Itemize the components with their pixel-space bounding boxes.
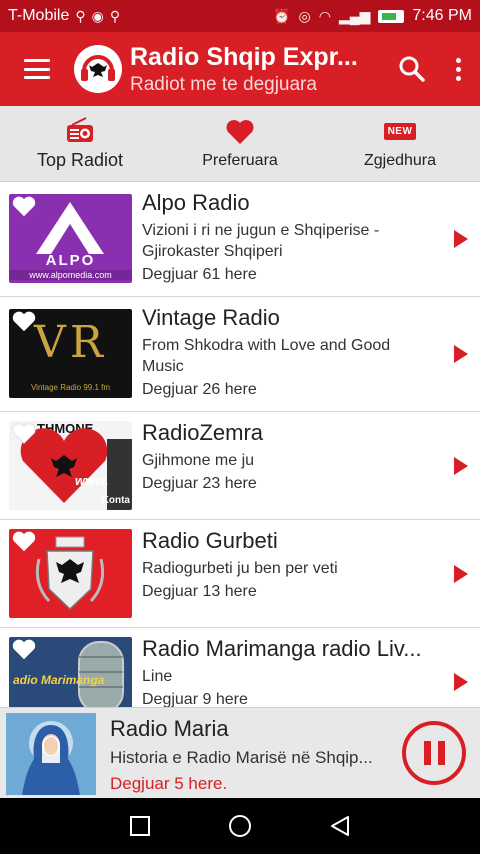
now-playing-heard-count: Degjuar 5 here. xyxy=(110,774,228,793)
station-logo-marimanga: adio Marimanga xyxy=(9,637,132,707)
station-name: Alpo Radio xyxy=(142,190,250,215)
new-badge-icon: NEW xyxy=(383,123,417,140)
station-description: Vizioni i ri ne jugun e Shqiperise - Gji… xyxy=(142,222,380,260)
marimanga-logo-text: adio Marimanga xyxy=(13,673,105,687)
wifi-icon: ◠ xyxy=(318,7,331,24)
station-logo-vintage: VR Vintage Radio 99.1 fm xyxy=(9,309,132,398)
play-arrow-icon[interactable] xyxy=(454,230,468,248)
app-bar: Radio Shqip Expr... Radiot me te degjuar… xyxy=(0,32,480,106)
favorite-heart-icon[interactable] xyxy=(11,311,37,333)
station-heard-count: Degjuar 61 here xyxy=(142,266,257,283)
station-row[interactable]: adio Marimanga Radio Marimanga radio Liv… xyxy=(0,628,480,707)
station-logo-gurbeti xyxy=(9,529,132,618)
tab-top-radiot[interactable]: Top Radiot xyxy=(0,106,160,181)
station-row[interactable]: VR Vintage Radio 99.1 fm Vintage Radio F… xyxy=(0,297,480,412)
station-description: From Shkodra with Love and Good Music xyxy=(142,337,391,375)
favorite-heart-icon[interactable] xyxy=(11,196,37,218)
favorite-heart-icon[interactable] xyxy=(11,423,37,445)
station-name: Radio Marimanga radio Liv... xyxy=(142,636,422,661)
hamburger-icon xyxy=(24,59,50,79)
system-nav-bar xyxy=(0,798,480,854)
station-logo-zemra: THMONE www. Konta xyxy=(9,421,132,510)
station-description: Line xyxy=(142,668,173,685)
station-row[interactable]: ALPO www.alpomedia.com Alpo Radio Vizion… xyxy=(0,182,480,297)
station-heard-count: Degjuar 26 here xyxy=(142,381,257,398)
station-description: Gjihmone me ju xyxy=(142,452,255,469)
alpo-logo-text: ALPO xyxy=(45,252,96,269)
headphones-eagle-icon xyxy=(81,55,115,81)
pause-icon xyxy=(423,741,431,765)
carrier-label: T-Mobile xyxy=(8,7,70,24)
station-logo-alpo: ALPO www.alpomedia.com xyxy=(9,194,132,283)
now-playing-artwork xyxy=(6,713,96,795)
station-heard-count: Degjuar 9 here xyxy=(142,691,248,707)
station-name: RadioZemra xyxy=(142,420,264,445)
zemra-logo-sub: www. xyxy=(75,473,109,488)
heart-icon xyxy=(226,119,254,144)
station-heard-count: Degjuar 23 here xyxy=(142,475,257,492)
recents-square-icon[interactable] xyxy=(128,814,152,838)
station-name: Vintage Radio xyxy=(142,305,280,330)
pause-button[interactable] xyxy=(402,721,466,785)
more-vert-icon xyxy=(455,57,461,81)
tab-zgjedhura[interactable]: NEW Zgjedhura xyxy=(320,106,480,181)
zemra-logo-corner: Konta xyxy=(101,495,130,506)
play-arrow-icon[interactable] xyxy=(454,345,468,363)
tab-label: Preferuara xyxy=(202,151,278,169)
station-description: Radiogurbeti ju ben per veti xyxy=(142,560,338,577)
app-notification-icon: ◉ xyxy=(91,7,104,24)
station-heard-count: Degjuar 13 here xyxy=(142,583,257,600)
alarm-icon: ⏰ xyxy=(273,7,291,24)
play-arrow-icon[interactable] xyxy=(454,564,468,583)
play-arrow-icon[interactable] xyxy=(454,456,468,475)
eye-icon: ◎ xyxy=(298,7,311,24)
search-button[interactable] xyxy=(388,32,436,106)
tab-label: Zgjedhura xyxy=(363,151,437,169)
tab-bar: Top Radiot Preferuara NEW Zgjedhura xyxy=(0,106,480,182)
favorite-heart-icon[interactable] xyxy=(11,639,37,661)
station-list[interactable]: ALPO www.alpomedia.com Alpo Radio Vizion… xyxy=(0,182,480,707)
menu-button[interactable] xyxy=(0,32,74,106)
signal-icon: ▂▄▆ xyxy=(338,7,371,24)
home-circle-icon[interactable] xyxy=(227,813,253,839)
now-playing-description: Historia e Radio Marisë në Shqip... xyxy=(110,748,373,767)
battery-icon xyxy=(378,9,405,23)
clock-label: 7:46 PM xyxy=(412,7,472,24)
usb-icon-2: ⚲ xyxy=(109,7,121,24)
usb-icon: ⚲ xyxy=(75,7,86,24)
now-playing-bar[interactable]: Radio Maria Historia e Radio Marisë në S… xyxy=(0,707,480,798)
app-logo xyxy=(74,45,122,93)
tab-label: Top Radiot xyxy=(36,150,124,170)
station-row[interactable]: THMONE www. Konta RadioZemra Gjihmone me… xyxy=(0,412,480,520)
status-bar: T-Mobile ⚲ ◉ ⚲ ⏰ ◎ ◠ ▂▄▆ 7:46 PM xyxy=(0,0,480,32)
app-title: Radio Shqip Expr... xyxy=(130,42,358,71)
play-arrow-icon[interactable] xyxy=(454,673,468,691)
more-options-button[interactable] xyxy=(436,32,480,106)
favorite-heart-icon[interactable] xyxy=(11,531,37,553)
vintage-logo-sub: Vintage Radio 99.1 fm xyxy=(30,383,110,392)
station-name: Radio Gurbeti xyxy=(142,528,278,553)
search-icon xyxy=(399,56,425,82)
now-playing-title: Radio Maria xyxy=(110,716,229,741)
radio-icon xyxy=(67,117,93,142)
station-row[interactable]: Radio Gurbeti Radiogurbeti ju ben per ve… xyxy=(0,520,480,628)
tab-preferuara[interactable]: Preferuara xyxy=(160,106,320,181)
back-triangle-icon[interactable] xyxy=(328,814,352,838)
alpo-logo-url: www.alpomedia.com xyxy=(9,270,132,280)
app-subtitle: Radiot me te degjuara xyxy=(130,73,317,95)
